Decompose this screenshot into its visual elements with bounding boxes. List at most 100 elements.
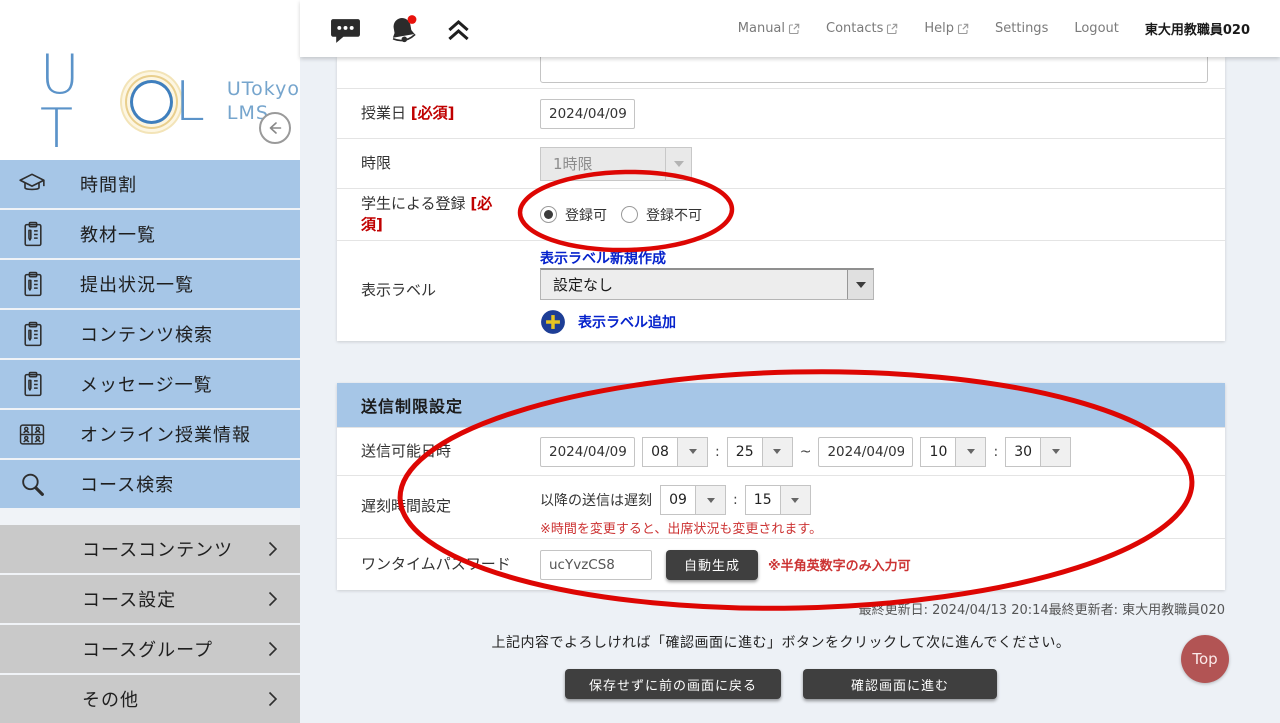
contacts-link[interactable]: Contacts: [826, 21, 898, 36]
attendance-settings-card: 授業日 [必須] 時限 1時限 学生による登録 [必須] 登録可: [337, 57, 1225, 341]
scroll-to-top-button[interactable]: Top: [1181, 635, 1229, 683]
logo-area: U TL UTokyo LMS: [0, 0, 300, 160]
graduation-cap-icon: [0, 171, 64, 197]
settings-link[interactable]: Settings: [995, 21, 1048, 36]
sidebar-item-course-contents[interactable]: コースコンテンツ: [0, 525, 300, 573]
sidebar-item-label: メッセージ一覧: [80, 371, 213, 397]
available-datetime-label: 送信可能日時: [361, 441, 511, 463]
sidebar-item-others[interactable]: その他: [0, 675, 300, 723]
auto-generate-button[interactable]: 自動生成: [666, 550, 758, 580]
late-minute-spinner[interactable]: 15: [745, 485, 811, 515]
sidebar-item-label: 教材一覧: [80, 221, 156, 247]
spinner-arrow-icon[interactable]: [763, 437, 793, 467]
start-minute-spinner[interactable]: 25: [727, 437, 793, 467]
username-label: 東大用教職員020: [1145, 19, 1250, 38]
add-label-link: 表示ラベル追加: [578, 312, 676, 332]
chevron-right-icon: [268, 591, 278, 607]
chevron-right-icon: [268, 541, 278, 557]
one-time-password-row: ワンタイムパスワード 自動生成 ※半角英数字のみ入力可: [337, 538, 1225, 590]
notification-bell-icon[interactable]: [387, 14, 420, 50]
back-without-save-button[interactable]: 保存せずに前の画面に戻る: [565, 669, 781, 699]
clipboard-icon: [0, 271, 64, 298]
sidebar-item-submission-status[interactable]: 提出状況一覧: [0, 260, 300, 308]
sidebar-item-materials[interactable]: 教材一覧: [0, 210, 300, 258]
truncated-field-row: [337, 57, 1225, 88]
period-label: 時限: [361, 153, 511, 175]
sidebar-item-online-class[interactable]: オンライン授業情報: [0, 410, 300, 458]
logout-link[interactable]: Logout: [1074, 21, 1119, 36]
instruction-text: 上記内容でよろしければ「確認画面に進む」ボタンをクリックして次に進んでください。: [337, 632, 1225, 652]
chevron-right-icon: [268, 641, 278, 657]
period-select[interactable]: 1時限: [540, 147, 692, 181]
plus-circle-icon: [540, 309, 566, 335]
chat-icon[interactable]: [330, 17, 361, 48]
partial-text-input[interactable]: [540, 57, 1208, 83]
main-content: 授業日 [必須] 時限 1時限 学生による登録 [必須] 登録可: [300, 57, 1280, 720]
submission-restriction-card: 送信制限設定 送信可能日時 08 : 25 ~ 10: [337, 383, 1225, 590]
end-date-input[interactable]: [818, 437, 913, 467]
spinner-arrow-icon[interactable]: [1041, 437, 1071, 467]
help-link[interactable]: Help: [924, 21, 969, 36]
otp-input[interactable]: [540, 550, 652, 580]
sidebar-item-label: 提出状況一覧: [80, 271, 194, 297]
start-date-input[interactable]: [540, 437, 635, 467]
class-date-input[interactable]: [540, 99, 635, 129]
sidebar-item-label: コース検索: [80, 471, 174, 497]
available-datetime-row: 送信可能日時 08 : 25 ~ 10: [337, 427, 1225, 475]
top-bar: Manual Contacts Help Settings Logout 東大用…: [300, 0, 1280, 57]
radio-unselected-icon: [621, 206, 638, 223]
otp-note-text: ※半角英数字のみ入力可: [768, 555, 911, 574]
spinner-arrow-icon[interactable]: [956, 437, 986, 467]
display-label-select[interactable]: 設定なし: [540, 268, 874, 300]
online-class-icon: [0, 422, 64, 447]
late-time-label: 遅刻時間設定: [361, 496, 511, 518]
external-link-icon: [886, 23, 898, 35]
manual-link[interactable]: Manual: [738, 21, 800, 36]
dropdown-arrow-icon: [847, 270, 873, 299]
range-separator: ~: [800, 444, 812, 460]
spinner-arrow-icon[interactable]: [696, 485, 726, 515]
search-icon: [0, 471, 64, 498]
double-chevron-up-icon[interactable]: [446, 18, 471, 46]
sidebar-item-timetable[interactable]: 時間割: [0, 160, 300, 208]
end-minute-spinner[interactable]: 30: [1005, 437, 1071, 467]
sidebar-item-content-search[interactable]: コンテンツ検索: [0, 310, 300, 358]
utol-logo: U TL UTokyo LMS: [40, 48, 300, 156]
spinner-arrow-icon[interactable]: [678, 437, 708, 467]
end-hour-spinner[interactable]: 10: [920, 437, 986, 467]
required-tag: [必須]: [411, 104, 455, 122]
logo-o-ring: [130, 80, 173, 124]
late-hour-spinner[interactable]: 09: [660, 485, 726, 515]
clipboard-icon: [0, 221, 64, 248]
spinner-arrow-icon[interactable]: [781, 485, 811, 515]
sidebar-item-label: コンテンツ検索: [80, 321, 213, 347]
add-label-action[interactable]: 表示ラベル追加: [540, 309, 676, 335]
period-row: 時限 1時限: [337, 138, 1225, 188]
sidebar: U TL UTokyo LMS 時間割 教材一覧: [0, 0, 300, 720]
sidebar-item-messages[interactable]: メッセージ一覧: [0, 360, 300, 408]
sidebar-collapse-button[interactable]: [259, 112, 291, 144]
logo-subtitle-1: UTokyo: [227, 78, 300, 102]
start-hour-spinner[interactable]: 08: [642, 437, 708, 467]
sidebar-item-course-settings[interactable]: コース設定: [0, 575, 300, 623]
chevron-right-icon: [268, 691, 278, 707]
sidebar-item-label: 時間割: [80, 171, 137, 197]
notification-dot: [408, 15, 417, 24]
radio-registration-allowed[interactable]: 登録可: [540, 205, 607, 225]
external-link-icon: [957, 23, 969, 35]
last-updated-text: 最終更新日: 2024/04/13 20:14最終更新者: 東大用教職員020: [337, 599, 1225, 618]
arrow-left-icon: [265, 118, 285, 138]
radio-registration-not-allowed[interactable]: 登録不可: [621, 205, 702, 225]
registration-label: 学生による登録: [361, 194, 466, 212]
sidebar-item-course-search[interactable]: コース検索: [0, 460, 300, 508]
display-label-label: 表示ラベル: [361, 280, 511, 302]
proceed-to-confirm-button[interactable]: 確認画面に進む: [803, 669, 997, 699]
sidebar-item-course-group[interactable]: コースグループ: [0, 625, 300, 673]
student-registration-row: 学生による登録 [必須] 登録可 登録不可: [337, 188, 1225, 240]
external-link-icon: [788, 23, 800, 35]
clipboard-icon: [0, 371, 64, 398]
create-label-link[interactable]: 表示ラベル新規作成: [540, 248, 666, 268]
clipboard-icon: [0, 321, 64, 348]
class-date-row: 授業日 [必須]: [337, 88, 1225, 138]
late-time-row: 遅刻時間設定 以降の送信は遅刻 09 : 15 ※時間を変更すると、出席状況も変…: [337, 475, 1225, 538]
